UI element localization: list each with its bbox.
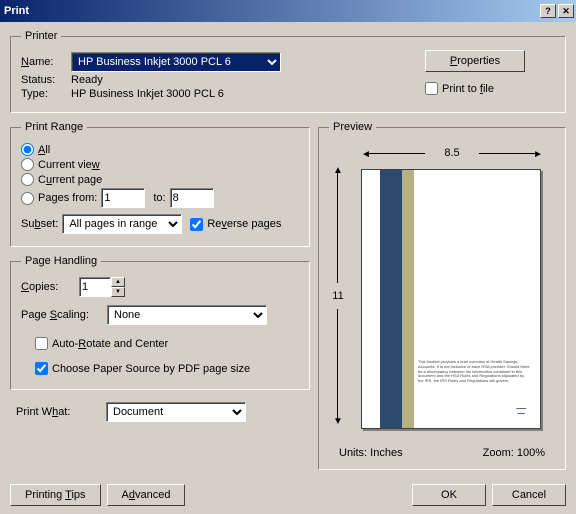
page-body-text: This booklet provides a brief overview o… [418,360,530,384]
page-footer-text: ━━━━━━━ [516,406,526,416]
type-value: HP Business Inkjet 3000 PCL 6 [71,88,224,100]
range-legend: Print Range [21,121,87,133]
zoom-label: Zoom: 100% [483,447,545,459]
arrow-right-icon: ► [533,149,543,160]
printer-group: Printer Name: HP Business Inkjet 3000 PC… [10,30,566,113]
choose-paper-checkbox[interactable]: Choose Paper Source by PDF page size [35,362,299,375]
radio-pages-from[interactable]: Pages from: [21,192,97,205]
ok-button[interactable]: OK [412,484,486,506]
to-label: to: [153,192,165,204]
cancel-button[interactable]: Cancel [492,484,566,506]
name-label: Name: [21,56,71,68]
type-label: Type: [21,88,71,100]
spinner-down-icon[interactable]: ▼ [111,287,125,297]
advanced-button[interactable]: Advanced [107,484,186,506]
subset-select[interactable]: All pages in range [62,214,182,234]
window-title: Print [4,5,538,17]
copies-spinner[interactable]: ▲ ▼ [79,277,125,297]
pages-from-input[interactable] [101,188,145,208]
status-value: Ready [71,74,103,86]
scaling-label: Page Scaling: [21,309,107,321]
page-stripe-tan [402,170,414,428]
radio-current-page[interactable]: Current page [21,173,299,186]
printer-name-select[interactable]: HP Business Inkjet 3000 PCL 6 [71,52,281,72]
arrow-down-icon: ▼ [333,416,343,427]
copies-input[interactable] [79,277,111,297]
printing-tips-button[interactable]: Printing Tips [10,484,101,506]
radio-current-view[interactable]: Current view [21,158,299,171]
preview-page: This booklet provides a brief overview o… [361,169,541,429]
properties-button[interactable]: Properties [425,50,525,72]
spinner-up-icon[interactable]: ▲ [111,277,125,287]
units-label: Units: Inches [339,447,403,459]
copies-label: Copies: [21,281,79,293]
preview-legend: Preview [329,121,376,133]
ruler-horizontal: ◄ 8.5 ► [369,147,535,159]
reverse-pages-checkbox[interactable]: Reverse pages [190,218,281,231]
dialog-body: Printer Name: HP Business Inkjet 3000 PC… [0,22,576,514]
print-to-file-checkbox[interactable]: Print to file [425,82,494,95]
preview-group: Preview ◄ 8.5 ► ▲ 11 ▼ Thi [318,121,566,470]
help-button[interactable]: ? [540,4,556,18]
radio-all[interactable]: All [21,143,299,156]
titlebar: Print ? ✕ [0,0,576,22]
page-handling-group: Page Handling Copies: ▲ ▼ Page Scaling: … [10,255,310,390]
arrow-up-icon: ▲ [333,165,343,176]
auto-rotate-checkbox[interactable]: Auto-Rotate and Center [35,337,299,350]
close-button[interactable]: ✕ [558,4,574,18]
print-what-label: Print What: [16,406,106,418]
printer-legend: Printer [21,30,61,42]
print-to-file-input[interactable] [425,82,438,95]
subset-label: Subset: [21,218,58,230]
handling-legend: Page Handling [21,255,101,267]
page-stripe-blue [380,170,402,428]
ruler-vertical: ▲ 11 ▼ [331,171,345,421]
scaling-select[interactable]: None [107,305,267,325]
print-what-select[interactable]: Document [106,402,246,422]
pages-to-input[interactable] [170,188,214,208]
print-range-group: Print Range All Current view Current pag… [10,121,310,247]
status-label: Status: [21,74,71,86]
arrow-left-icon: ◄ [361,149,371,160]
print-to-file-label: Print to file [442,83,494,95]
